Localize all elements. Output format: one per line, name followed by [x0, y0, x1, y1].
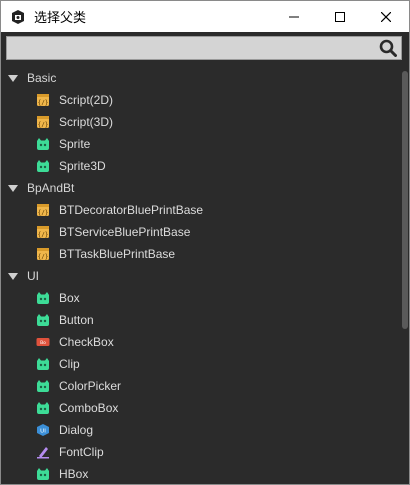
- script-icon: {/}: [36, 115, 50, 129]
- tree-item[interactable]: Box: [1, 287, 399, 309]
- tree-item-label: ComboBox: [59, 401, 119, 415]
- tree-item[interactable]: Bo CheckBox: [1, 331, 399, 353]
- tree-item[interactable]: Sprite: [1, 133, 399, 155]
- title-bar: 选择父类: [1, 1, 409, 32]
- script-icon: {/}: [36, 203, 50, 217]
- svg-text:UI: UI: [40, 429, 46, 435]
- script-icon: {/}: [36, 247, 50, 261]
- tree-item-label: ColorPicker: [59, 379, 122, 393]
- scrollbar[interactable]: [402, 67, 408, 482]
- svg-text:{/}: {/}: [38, 122, 49, 129]
- script-icon: {/}: [36, 93, 50, 107]
- minimize-icon: [289, 16, 299, 17]
- search-bar: [6, 36, 402, 60]
- tree-item-label: BTTaskBluePrintBase: [59, 247, 176, 261]
- tree-item[interactable]: FontClip: [1, 441, 399, 463]
- svg-text:Bo: Bo: [40, 340, 46, 346]
- script-icon: {/}: [36, 225, 50, 239]
- tree-item-label: CheckBox: [59, 335, 114, 349]
- dialog-icon: UI: [36, 423, 50, 437]
- app-logo-icon: [10, 9, 26, 25]
- maximize-icon: [335, 11, 345, 22]
- checkbox-icon: Bo: [36, 335, 50, 349]
- tree-item-label: Button: [59, 313, 94, 327]
- select-parent-class-window: 选择父类 Basic {/} Script(2D) {/} Script(3D) Spri…: [0, 0, 410, 485]
- expand-caret-icon[interactable]: [8, 184, 18, 192]
- sprite-icon: [36, 379, 50, 393]
- sprite-icon: [36, 401, 50, 415]
- tree-item[interactable]: ComboBox: [1, 397, 399, 419]
- tree-item-label: Script(3D): [59, 115, 114, 129]
- search-input[interactable]: [7, 37, 375, 59]
- tree-group-ui[interactable]: UI: [1, 265, 399, 287]
- svg-text:{/}: {/}: [38, 232, 49, 239]
- tree-item-label: HBox: [59, 467, 89, 481]
- tree-group-bpandbt[interactable]: BpAndBt: [1, 177, 399, 199]
- tree-item-label: BTDecoratorBluePrintBase: [59, 203, 204, 217]
- tree-item[interactable]: ColorPicker: [1, 375, 399, 397]
- tree-item[interactable]: {/} Script(2D): [1, 89, 399, 111]
- tree-item[interactable]: {/} BTServiceBluePrintBase: [1, 221, 399, 243]
- maximize-button[interactable]: [317, 1, 363, 32]
- group-label: BpAndBt: [27, 181, 75, 195]
- fontclip-icon: [36, 445, 50, 459]
- sprite-icon: [36, 137, 50, 151]
- tree-item[interactable]: {/} Script(3D): [1, 111, 399, 133]
- tree-item[interactable]: HBox: [1, 463, 399, 484]
- tree-item[interactable]: {/} BTTaskBluePrintBase: [1, 243, 399, 265]
- window-title: 选择父类: [34, 11, 87, 26]
- tree-item-label: Box: [59, 291, 80, 305]
- close-button[interactable]: [363, 1, 409, 32]
- sprite-icon: [36, 291, 50, 305]
- sprite-icon: [36, 467, 50, 481]
- sprite-icon: [36, 357, 50, 371]
- tree-item-label: FontClip: [59, 445, 104, 459]
- expand-caret-icon[interactable]: [8, 272, 18, 280]
- tree-item-label: BTServiceBluePrintBase: [59, 225, 191, 239]
- tree-item-label: Dialog: [59, 423, 94, 437]
- tree-item[interactable]: Sprite3D: [1, 155, 399, 177]
- tree-item-label: Script(2D): [59, 93, 114, 107]
- tree-group-basic[interactable]: Basic: [1, 67, 399, 89]
- tree-item-label: Sprite3D: [59, 159, 106, 173]
- tree-item-label: Sprite: [59, 137, 91, 151]
- tree-item[interactable]: UI Dialog: [1, 419, 399, 441]
- tree-item[interactable]: Button: [1, 309, 399, 331]
- close-icon: [381, 11, 391, 22]
- scrollbar-thumb[interactable]: [402, 71, 408, 329]
- svg-text:{/}: {/}: [38, 100, 49, 107]
- svg-text:{/}: {/}: [38, 254, 49, 261]
- tree-item[interactable]: {/} BTDecoratorBluePrintBase: [1, 199, 399, 221]
- group-label: UI: [27, 269, 39, 283]
- minimize-button[interactable]: [271, 1, 317, 32]
- group-label: Basic: [27, 71, 57, 85]
- sprite-icon: [36, 159, 50, 173]
- tree-item-label: Clip: [59, 357, 80, 371]
- tree-item[interactable]: Clip: [1, 353, 399, 375]
- search-icon[interactable]: [377, 38, 399, 58]
- svg-text:{/}: {/}: [38, 210, 49, 217]
- expand-caret-icon[interactable]: [8, 74, 18, 82]
- class-tree: Basic {/} Script(2D) {/} Script(3D) Sprite Spr…: [1, 67, 399, 484]
- sprite-icon: [36, 313, 50, 327]
